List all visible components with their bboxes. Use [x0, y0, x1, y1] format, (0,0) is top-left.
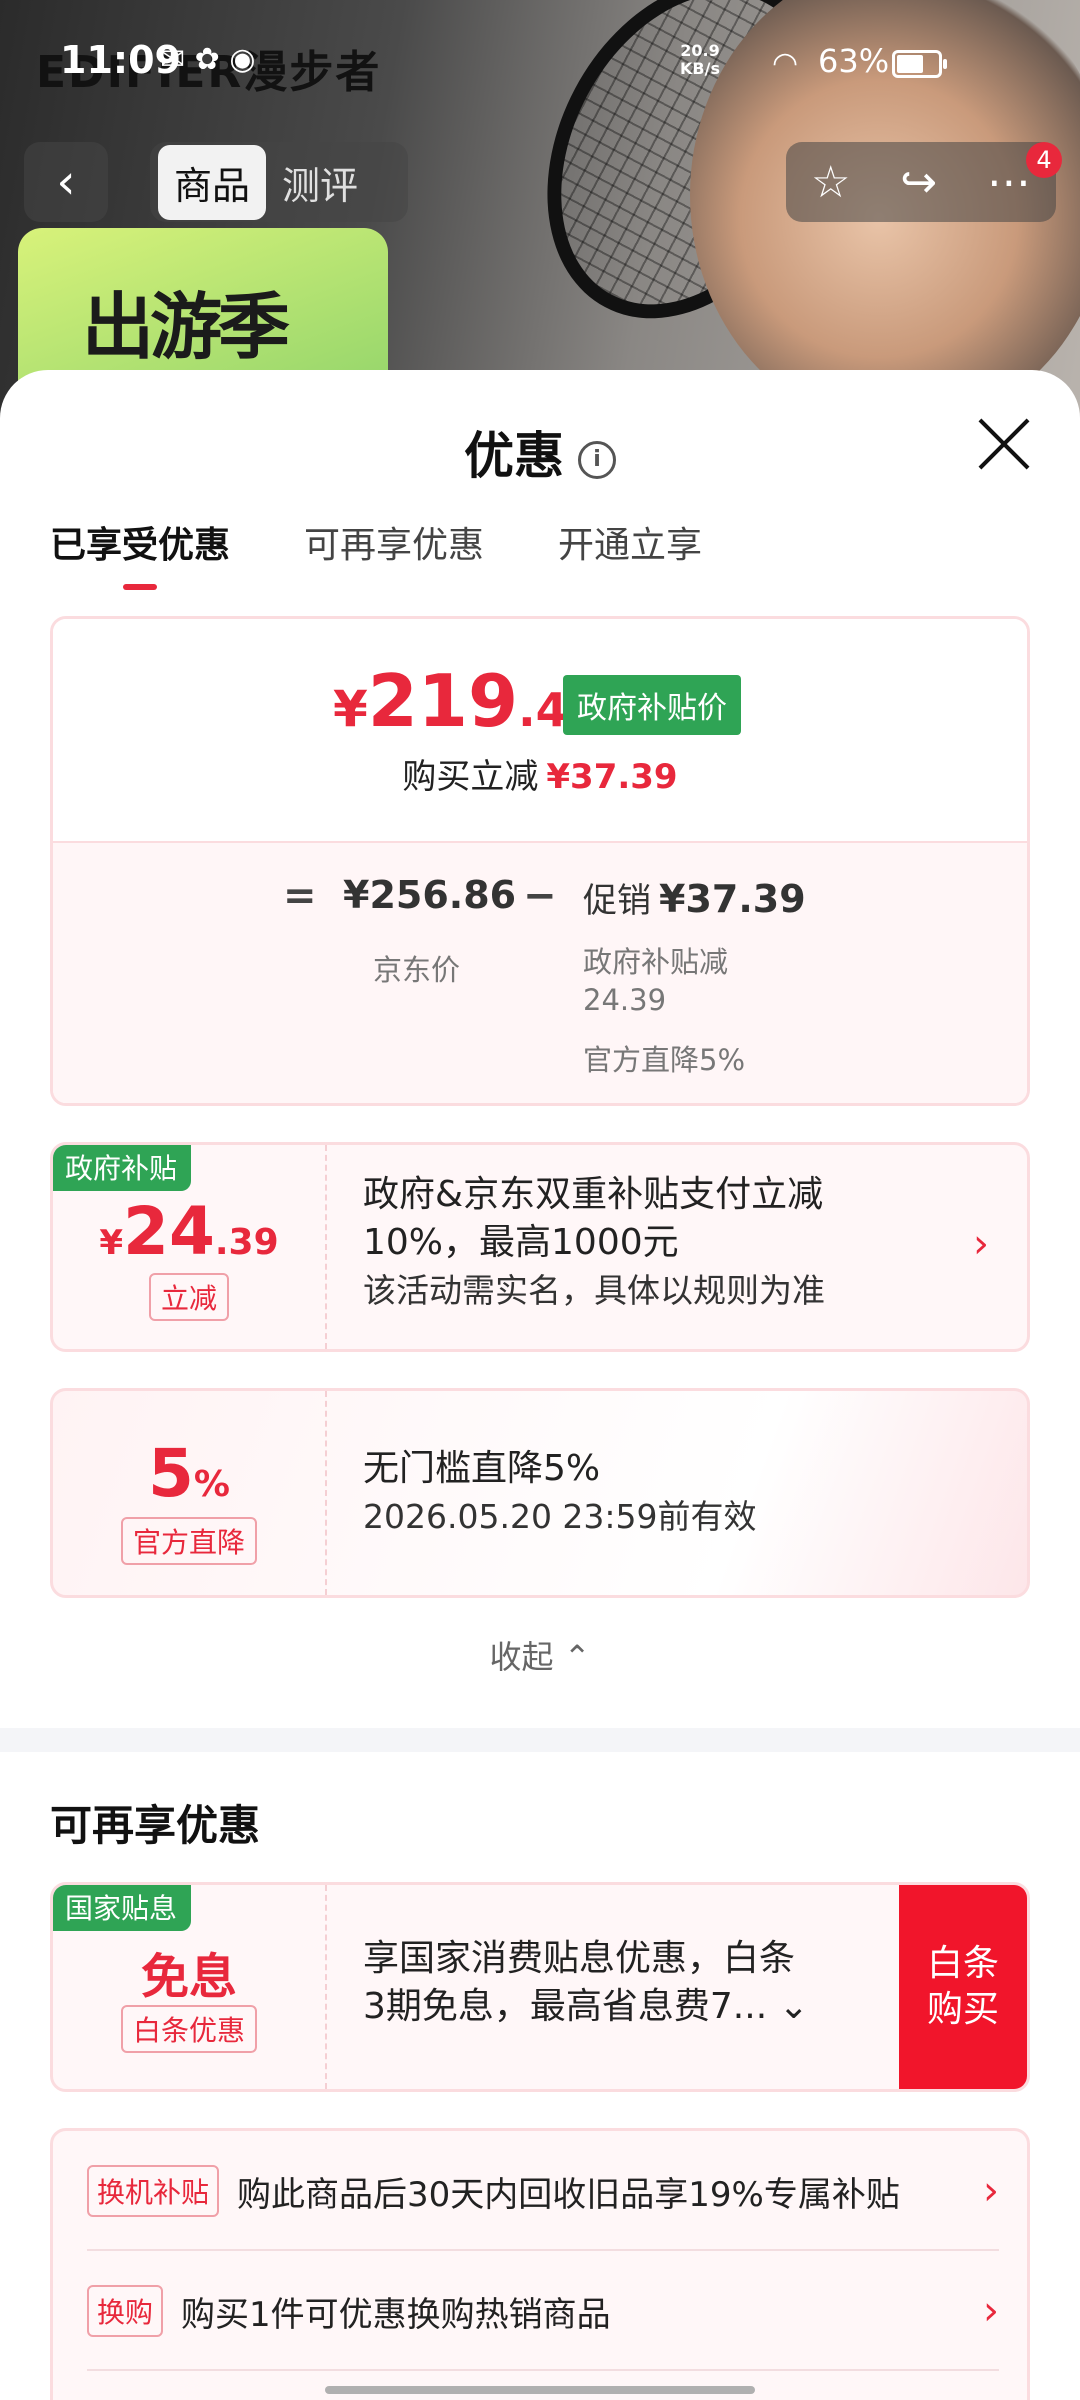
- collapse-label: 收起: [489, 1638, 554, 1676]
- coupon-tag: 白条优惠: [120, 2005, 258, 2053]
- nav-tabs: 商品 测评: [150, 142, 408, 222]
- info-icon[interactable]: i: [578, 440, 616, 479]
- chevron-down-icon[interactable]: ⌄: [779, 1986, 809, 2027]
- available-section-title: 可再享优惠: [50, 1801, 261, 1850]
- coupon-tag: 官方直降: [120, 1517, 258, 1565]
- chevron-right-icon: ›: [973, 1221, 989, 1267]
- price-breakdown-card: ¥219.47 政府补贴价 购买立减 ¥37.39 = ¥256.86 − 京东价…: [50, 616, 1030, 1106]
- tab-product[interactable]: 商品: [158, 144, 267, 220]
- offer-text: 购买1件可优惠换购热销商品: [181, 2294, 611, 2335]
- final-price: ¥219.47: [333, 659, 600, 743]
- buy-button-label: 白条: [926, 1943, 999, 1984]
- coupon-value-unit: %: [193, 1464, 230, 1505]
- coupon-tag: 立减: [148, 1273, 230, 1321]
- coupon-desc-line: 10%，最高1000元: [363, 1222, 679, 1263]
- promo-amount: 促销 ¥37.39: [583, 873, 806, 922]
- final-price-area: ¥219.47 政府补贴价 购买立减 ¥37.39: [53, 619, 1027, 841]
- coupon-value-area: 政府补贴 ¥24.39 立减: [53, 1145, 327, 1349]
- coupon-value-int: 5: [147, 1435, 194, 1512]
- buy-button-label: 购买: [926, 1989, 999, 2030]
- net-speed-unit: KB/s: [680, 59, 720, 78]
- promo-text: 出游季: [82, 285, 290, 369]
- coupon-desc-line: 无门槛直降5%: [363, 1448, 601, 1489]
- coupon-desc-line: 3期免息，最高省息费7...: [363, 1986, 768, 2027]
- status-bar: 11:09 ✉ ✿ ◉ 20.9 KB/s ◠ 63%: [0, 0, 1080, 120]
- tab-available[interactable]: 可再享优惠: [304, 516, 484, 590]
- section-divider: [0, 1728, 1080, 1752]
- buy-reduce: 购买立减 ¥37.39: [53, 749, 1027, 798]
- coupon-valid-until: 2026.05.20 23:59前有效: [363, 1497, 757, 1536]
- chevron-up-icon: ⌃: [563, 1638, 591, 1676]
- gov-subsidy-value: 24.39: [583, 983, 667, 1017]
- notification-icons: ✉ ✿ ◉: [160, 42, 256, 77]
- coupon-value: ¥24.39: [53, 1193, 325, 1270]
- coupon-corner-label: 国家贴息: [53, 1885, 192, 1931]
- star-icon[interactable]: ☆: [811, 157, 850, 208]
- network-speed: 20.9 KB/s: [680, 42, 720, 78]
- sheet-title: 优惠 i: [0, 416, 1080, 488]
- net-speed-value: 20.9: [680, 41, 720, 60]
- row-divider: [87, 2369, 999, 2371]
- coupon-desc-note: 该活动需实名，具体以规则为准: [363, 1271, 825, 1310]
- offer-tag: 换购: [87, 2285, 164, 2337]
- trade-in-row[interactable]: 换机补贴 购此商品后30天内回收旧品享19%专属补贴 ›: [87, 2131, 999, 2251]
- interest-free-coupon: 国家贴息 免息 白条优惠 享国家消费贴息优惠，白条 3期免息，最高省息费7...…: [50, 1882, 1030, 2092]
- reduce-label: 购买立减: [402, 757, 539, 797]
- jd-price-label: 京东价: [373, 953, 461, 987]
- coupon-corner-label: 政府补贴: [53, 1145, 192, 1191]
- chevron-left-icon: ‹: [56, 154, 76, 210]
- gov-subsidy-detail: 政府补贴减 24.39: [583, 943, 728, 1019]
- discount-tabs: 已享受优惠 可再享优惠 开通立享: [50, 516, 702, 590]
- collapse-button[interactable]: 收起 ⌃: [0, 1632, 1080, 1678]
- notification-badge: 4: [1026, 142, 1062, 178]
- offer-text: 购此商品后30天内回收旧品享19%专属补贴: [237, 2174, 900, 2215]
- coupon-description: 无门槛直降5% 2026.05.20 23:59前有效: [363, 1445, 943, 1541]
- coupon-value-area: 国家贴息 免息 白条优惠: [53, 1885, 327, 2089]
- chevron-right-icon: ›: [983, 2288, 999, 2334]
- chevron-right-icon: ›: [983, 2168, 999, 2214]
- nav-actions: ☆ ↪ ⋯: [786, 142, 1056, 222]
- sheet-title-text: 优惠: [464, 427, 564, 485]
- coupon-value: 免息: [140, 1949, 237, 2005]
- share-icon[interactable]: ↪: [900, 157, 937, 208]
- promo-label: 促销: [583, 881, 651, 921]
- gov-subsidy-coupon[interactable]: 政府补贴 ¥24.39 立减 政府&京东双重补贴支付立减 10%，最高1000元…: [50, 1142, 1030, 1352]
- coupon-value-area: 5% 官方直降: [53, 1391, 327, 1595]
- coupon-description: 政府&京东双重补贴支付立减 10%，最高1000元 该活动需实名，具体以规则为准: [363, 1171, 943, 1315]
- coupon-desc-line: 政府&京东双重补贴支付立减: [363, 1174, 824, 1215]
- offer-tag: 换机补贴: [87, 2165, 220, 2217]
- more-icon[interactable]: ⋯: [987, 157, 1031, 208]
- official-discount-coupon: 5% 官方直降 无门槛直降5% 2026.05.20 23:59前有效: [50, 1388, 1030, 1598]
- currency-symbol: ¥: [333, 680, 368, 738]
- tab-enjoyed[interactable]: 已享受优惠: [50, 516, 230, 590]
- baitiao-buy-button[interactable]: 白条 购买: [899, 1885, 1027, 2089]
- official-discount-detail: 官方直降5%: [583, 1043, 746, 1077]
- coupon-currency: ¥: [99, 1223, 124, 1263]
- wifi-icon: ◠: [772, 46, 799, 81]
- gov-subsidy-label: 政府补贴减: [583, 945, 729, 979]
- close-button[interactable]: [976, 416, 1032, 472]
- coupon-value-dec: .39: [214, 1222, 279, 1263]
- gov-subsidy-price-tag: 政府补贴价: [563, 675, 741, 735]
- extra-offers-card: 换机补贴 购此商品后30天内回收旧品享19%专属补贴 › 换购 购买1件可优惠换…: [50, 2128, 1030, 2400]
- jd-price: ¥256.86: [343, 873, 517, 917]
- price-formula: = ¥256.86 − 京东价 促销 ¥37.39 政府补贴减 24.39 官方直…: [53, 841, 1027, 1103]
- discount-sheet: 优惠 i 已享受优惠 可再享优惠 开通立享 ¥219.47 政府补贴价 购买立减 ¥…: [0, 370, 1080, 2400]
- coupon-value-int: 24: [123, 1193, 215, 1270]
- home-indicator[interactable]: [325, 2386, 755, 2394]
- price-integer: 219: [367, 659, 519, 743]
- tab-activate[interactable]: 开通立享: [558, 516, 702, 590]
- minus-sign: −: [523, 873, 557, 919]
- tab-reviews[interactable]: 测评: [266, 145, 374, 220]
- coupon-value: 5%: [53, 1435, 325, 1512]
- back-button[interactable]: ‹: [24, 142, 108, 222]
- reduce-amount: ¥37.39: [546, 757, 678, 797]
- promo-value: ¥37.39: [659, 877, 806, 921]
- battery-icon: [892, 50, 947, 78]
- battery-percent: 63%: [818, 42, 890, 80]
- exchange-purchase-row[interactable]: 换购 购买1件可优惠换购热销商品 ›: [87, 2251, 999, 2371]
- equals-sign: =: [283, 873, 317, 919]
- coupon-desc-line: 享国家消费贴息优惠，白条: [363, 1938, 796, 1979]
- coupon-description[interactable]: 享国家消费贴息优惠，白条 3期免息，最高省息费7... ⌄: [363, 1935, 883, 2031]
